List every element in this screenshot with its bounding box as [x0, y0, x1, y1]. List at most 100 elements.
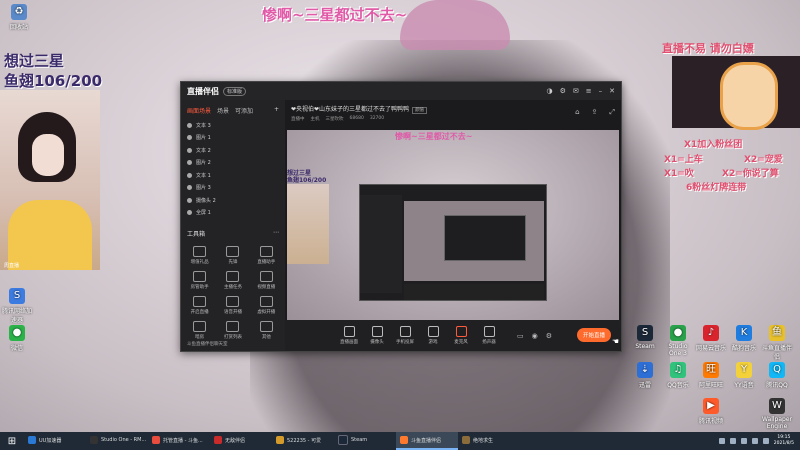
network-icon[interactable]: [751, 438, 758, 444]
stream-preview[interactable]: 惨啊~三星都过不去~ 想过三星 鱼翅106/200: [287, 130, 619, 320]
desktop-icon-kugou[interactable]: K 酷狗音乐: [729, 325, 759, 352]
layer-item[interactable]: 文本 3: [181, 119, 285, 132]
desktop-icon-accelerator[interactable]: S 腾讯网络加速器: [2, 288, 32, 324]
desktop-icon-recycle-bin[interactable]: ♻ 回收站: [4, 4, 34, 31]
desktop-icon-studio-one[interactable]: ● Studio One 3: [663, 325, 693, 357]
tool-item[interactable]: 开启直播: [183, 296, 216, 315]
douyu-icon: 鱼: [769, 325, 785, 341]
settings-icon[interactable]: ⚙: [560, 87, 566, 95]
layer-item[interactable]: 文本 2: [181, 144, 285, 157]
tray-icon[interactable]: [740, 438, 747, 444]
share-icon[interactable]: ⇪: [592, 108, 598, 117]
layer-item[interactable]: 图片 3: [181, 182, 285, 195]
volume-icon[interactable]: [762, 438, 769, 444]
tool-item[interactable]: 直播助手: [250, 246, 283, 265]
tool-item[interactable]: 房管助手: [183, 271, 216, 290]
tray-icon[interactable]: [718, 438, 725, 444]
stream-title-overlay: 惨啊~三星都过不去~: [262, 6, 408, 24]
taskbar-item[interactable]: 无敌伴侣: [210, 432, 272, 450]
minimize-icon[interactable]: –: [599, 87, 603, 95]
accelerator-icon: S: [9, 288, 25, 304]
speaker-button[interactable]: 扬声器: [475, 326, 503, 345]
visibility-icon[interactable]: [187, 185, 192, 191]
preview-webcam: [287, 184, 329, 264]
desktop-icon-tencent-video[interactable]: ▶ 腾讯视频: [696, 398, 726, 425]
close-icon[interactable]: ✕: [609, 87, 615, 95]
gift-item: X1加入粉丝团: [684, 140, 743, 150]
tab-scene-sources[interactable]: 画面场景: [187, 106, 211, 115]
layer-item[interactable]: 图片 1: [181, 132, 285, 145]
desktop-icon-yy[interactable]: Y YY语音: [729, 362, 759, 389]
layer-item[interactable]: 摄像头 2: [181, 194, 285, 207]
taskbar-item[interactable]: Steam: [334, 432, 396, 450]
settings-small-icon[interactable]: ⚙: [546, 332, 552, 340]
eye-icon[interactable]: ◉: [532, 332, 538, 340]
taskbar-item-active[interactable]: 斗鱼直播伴侣: [396, 432, 458, 450]
windows-start-icon[interactable]: ⊞: [0, 432, 24, 450]
taskbar-item[interactable]: 绝地求生: [458, 432, 520, 450]
tool-item[interactable]: 虚拟开播: [250, 296, 283, 315]
goal-text-line1: 想过三星: [4, 52, 65, 70]
expand-icon[interactable]: ⤢: [609, 108, 615, 117]
layer-item[interactable]: 文本 1: [181, 169, 285, 182]
menu-icon[interactable]: ≡: [586, 87, 592, 95]
room-tag[interactable]: 颜值: [412, 107, 428, 114]
taskbar: ⊞ UU加速器 Studio One - RM... 托管直播 - 斗鱼... …: [0, 432, 800, 450]
desktop-icon-wallpaper[interactable]: W Wallpaper Engine: [762, 398, 792, 430]
nested-preview-window: [359, 184, 547, 301]
desktop-icon-wechat[interactable]: ● 微信: [2, 325, 32, 352]
visibility-icon[interactable]: [187, 160, 192, 166]
wechat-icon: ●: [9, 325, 25, 341]
record-icon[interactable]: ▭: [517, 332, 524, 340]
microphone-button[interactable]: 麦克风: [447, 326, 475, 345]
mail-icon[interactable]: ✉: [573, 87, 579, 95]
visibility-icon[interactable]: [187, 197, 192, 203]
taskbar-item[interactable]: 522235 - 可爱: [272, 432, 334, 450]
lock-icon[interactable]: ⌂: [575, 108, 579, 117]
desktop-icon-aliwangwang[interactable]: 旺阿里旺旺: [696, 362, 726, 389]
main-panel: ❤央视伯❤山东妹子的三星都过不去了鸭鸭鸭 颜值 直播中 主机 三星吹吹 68680…: [285, 100, 621, 351]
source-screen-button[interactable]: 直播画面: [335, 326, 363, 345]
desktop-icon-qq[interactable]: Q 腾讯QQ: [762, 362, 792, 389]
tool-item[interactable]: 主播任务: [216, 271, 249, 290]
taskbar-item[interactable]: Studio One - RM...: [86, 432, 148, 450]
clock[interactable]: 19:15 2021/8/5: [774, 435, 794, 447]
tab-scenes[interactable]: 场景: [217, 106, 229, 115]
layer-item[interactable]: 全屏 1: [181, 207, 285, 220]
source-camera-button[interactable]: 摄像头: [363, 326, 391, 345]
desktop-icon-xunlei[interactable]: ⇣ 迅雷: [630, 362, 660, 389]
tool-item[interactable]: 增值礼品: [183, 246, 216, 265]
desktop-icon-netease[interactable]: ♪ 网易云音乐: [696, 325, 726, 352]
start-live-button[interactable]: 开始直播: [576, 328, 611, 342]
add-source-button[interactable]: +: [274, 106, 279, 115]
desktop-icon-qqmusic[interactable]: ♫ QQ音乐: [663, 362, 693, 389]
visibility-icon[interactable]: [187, 147, 192, 153]
wallpaper-icon: W: [769, 398, 785, 414]
toolbox-more-icon[interactable]: ⋯: [273, 229, 279, 238]
taskbar-item[interactable]: 托管直播 - 斗鱼...: [148, 432, 210, 450]
tool-item[interactable]: 视频直播: [250, 271, 283, 290]
tool-item[interactable]: 先锋: [216, 246, 249, 265]
anime-sticker: [672, 56, 800, 130]
source-phone-button[interactable]: 手机投屏: [391, 326, 419, 345]
visibility-icon[interactable]: [187, 172, 192, 178]
visibility-icon[interactable]: [187, 122, 192, 128]
room-stat: 主机: [310, 117, 320, 122]
room-info: ❤央视伯❤山东妹子的三星都过不去了鸭鸭鸭 颜值 直播中 主机 三星吹吹 68680…: [285, 100, 621, 130]
desktop-icon-douyu[interactable]: 鱼斗鱼直播伴侣: [762, 325, 792, 361]
tab-addable[interactable]: 可添加: [235, 106, 253, 115]
goal-text-line2: 鱼翅106/200: [4, 72, 103, 90]
visibility-icon[interactable]: [187, 210, 192, 216]
tool-item[interactable]: 语音开播: [216, 296, 249, 315]
chatroom-link[interactable]: 斗鱼直播伴侣聊天室: [181, 337, 285, 351]
desktop-icon-steam[interactable]: S Steam: [630, 325, 660, 350]
tray-icon[interactable]: [729, 438, 736, 444]
webcam-feed: 周直播: [0, 90, 100, 270]
room-stat: 68680: [349, 116, 364, 121]
source-game-button[interactable]: 游戏: [419, 326, 447, 345]
layer-item[interactable]: 图片 2: [181, 157, 285, 170]
skin-icon[interactable]: ◑: [546, 87, 552, 95]
visibility-icon[interactable]: [187, 135, 192, 141]
room-stat: 32700: [369, 116, 385, 121]
taskbar-item[interactable]: UU加速器: [24, 432, 86, 450]
